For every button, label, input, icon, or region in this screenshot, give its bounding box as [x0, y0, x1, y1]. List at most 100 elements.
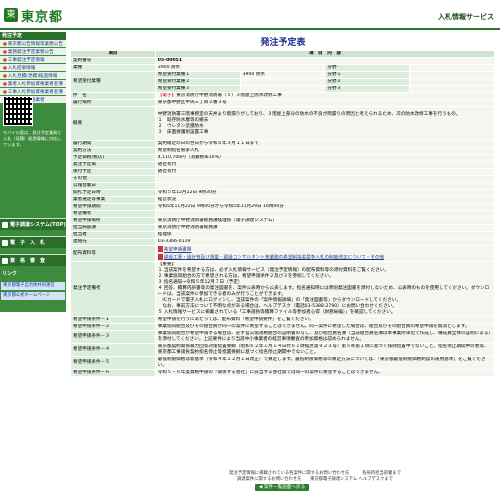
row-label: 業者選定等事業	[70, 196, 156, 204]
detail-table: 項目項 目 内 容 契約番号 05-00051 業種 3900 防水 分野 希望受付業…	[70, 50, 496, 377]
table-row: 業者選定等事業 経営状況	[70, 196, 496, 204]
tokyo-logo[interactable]: 東 東京都	[4, 8, 63, 25]
wc1: 希望申請を行うにあたっては、配布資料「希望申請要件」をご覧ください。	[154, 316, 496, 324]
table-header: 項目項 目 内 容	[70, 50, 496, 58]
qualification-button[interactable]: 資 格 審 査	[0, 254, 66, 266]
row-label: 連絡先	[70, 238, 156, 246]
row-label: 希望申請期間	[70, 203, 156, 211]
person: 経理係	[154, 231, 496, 239]
sidebar-link-7[interactable]: 工事入札参加資格業者名簿	[0, 88, 66, 96]
table-row: 配布資料等 希望申請書類建設工事・設計等及び測量・建設コンサルタント等業務の希望制…	[70, 245, 496, 262]
tel: 03-3366-0119	[154, 238, 496, 246]
back-to-list-button[interactable]: ◀ 案件一覧画面へ戻る	[255, 484, 309, 491]
electronic-tag: 【電子】	[157, 93, 177, 99]
project-name: 【電子】東京消防庁中野消防署（５）３階屋上防水改修工事	[154, 92, 496, 100]
table-row: 希望申請場所 東京消防庁中野消防署総務課経理係（電子調達システム）	[70, 217, 496, 225]
mobile-note: モバイル版は、発注予定業務と入札（見積）経過情報に対応しています。	[3, 130, 62, 147]
links-heading: リンク	[2, 271, 18, 277]
dept: 東京消防庁中野消防署総務課	[154, 224, 496, 232]
other	[154, 175, 496, 183]
wc3: 事業協同組合が希望申請する場合は、必ず官公需適格組合の証明書の写し、及び組合員名…	[154, 330, 496, 344]
date: 随位有付	[154, 168, 496, 176]
table-row: 希望備考	[70, 210, 496, 218]
wc2: 事業協同組合及びその組合員が同一の案件に希望することはできません。同一案件に希望…	[154, 323, 496, 331]
button-label: 資 格 審 査	[10, 258, 46, 264]
rank: 経営状況	[154, 196, 496, 204]
field1-label: 分野１	[324, 71, 411, 79]
contract-no: 05-00051	[154, 57, 496, 65]
col-detail: 項 目 内 容	[154, 50, 496, 58]
bid-icon	[2, 240, 8, 246]
row-label: 希望申請条件－１	[70, 316, 156, 324]
table-row: 後付予定 随位有付	[70, 168, 496, 176]
table-row: その他	[70, 175, 496, 183]
table-row: 契約番号 05-00051	[70, 57, 496, 65]
table-row: 発注予定備考 【重要】 １ 当該案件を希望する方は、必ず入札情報サービス（発注予定…	[70, 261, 496, 317]
summary: 中野消防署三階事務室の天井より雨漏りがしており、３階屋上部分の防水の不良が雨漏り…	[154, 106, 496, 141]
wish2-label: 希望受付業種２	[154, 78, 241, 86]
system-title: 入札情報サービス	[438, 13, 494, 21]
wish1: 3900 防水	[239, 71, 326, 79]
table-row: 希望受付業種 希望受付業種１ 3900 防水 分野１	[70, 71, 495, 93]
row-label: 発注予定備考	[70, 261, 156, 317]
row-label: 後付予定	[70, 168, 156, 176]
row-label: 担当者	[70, 231, 156, 239]
ext-link-joint[interactable]: 東京都電子自治体共同運営	[1, 282, 65, 290]
e-procurement-top-button[interactable]: 電子調達システム(TOP)	[0, 218, 66, 230]
col-item: 項目	[70, 50, 156, 58]
row-label: 配布資料等	[70, 245, 156, 262]
category: 3900 防水	[154, 64, 326, 72]
table-row: 希望申請期間 令和5年11月22日 9時00分から令和5年11月29日 16時00…	[70, 203, 496, 211]
doc-link-2[interactable]: 建設工事・設計等及び測量・建設コンサルタント等業務の希望制指名競争入札の制度改正…	[164, 255, 384, 260]
method: 希望制指名競争入札	[154, 147, 496, 155]
row-label: 業種	[70, 64, 156, 72]
table-row: 担当者 経理係	[70, 231, 496, 239]
place: 東京都中野区中央三丁目２番３号	[154, 99, 496, 107]
sidebar-link-5[interactable]: 入札見積(見積)経過情報	[0, 72, 66, 80]
pdf-icon	[157, 253, 163, 260]
doc-link-1[interactable]: 希望申請書類	[164, 248, 192, 253]
table-row: 履行期間 契約確定の日の翌日から令和６年３月１１日まで	[70, 140, 496, 148]
row-label: 希望備考	[70, 210, 156, 218]
row-label: 希望申請場所	[70, 217, 156, 225]
sidebar-link-4[interactable]: 入札結果情報	[0, 64, 66, 72]
e-bidding-button[interactable]: 電 子 入 札	[0, 236, 66, 248]
wish-place: 東京消防庁中野消防署総務課経理係（電子調達システム）	[154, 217, 496, 225]
field1-value	[409, 71, 495, 79]
row-label: 契約番号	[70, 57, 156, 65]
row-label: 希望申請条件－２	[70, 323, 156, 331]
wish2	[239, 78, 326, 86]
table-row: 担当局部課 東京消防庁中野消防署総務課	[70, 224, 496, 232]
wish-period: 令和5年11月22日 9時00分から令和5年11月29日 16時00分	[154, 203, 496, 211]
page-title: 発注予定表	[260, 38, 306, 48]
wc5: 最低制限価格は新基準（令和４年１２月１日改正）で算定します。最低制限価格等の算定…	[154, 356, 496, 370]
wish1-label: 希望受付業種１	[154, 71, 241, 79]
field2-label: 分野２	[324, 78, 411, 86]
button-label: 電 子 入 札	[10, 240, 46, 246]
table-row: 希望申請条件－５ 最低制限価格は新基準（令和４年１２月１日改正）で算定します。最低…	[70, 356, 496, 370]
ext-link-tokyo[interactable]: 東京都公式ホームページ	[1, 292, 65, 300]
sidebar-link-2[interactable]: 業務発注予定業務公告	[0, 48, 66, 56]
wish3-label: 希望受付業種３	[154, 85, 241, 93]
wc4: 東京都契約関係暴力団等対策措置要綱（昭和６２年１月１４日付６１財経庶第９２２号）…	[154, 343, 496, 357]
document-icon	[2, 258, 8, 264]
period: 契約確定の日の翌日から令和６年３月１１日まで	[154, 140, 496, 148]
row-label: 開札予定日時	[70, 189, 156, 197]
row-label: 予定価格(税込)	[70, 154, 156, 162]
table-row: 希望申請条件－６ 令和５・６年度資格申請の「関係する会社」に該当する会社間では同一…	[70, 369, 496, 377]
sidebar-link-3[interactable]: 工事発注予定情報	[0, 56, 66, 64]
sidebar-link-6[interactable]: 業者入札参加資格業者名簿	[0, 80, 66, 88]
footer: 発注予定情報に掲載されている各案件に関するお問い合わせ先 各局所担当部署まで 調…	[130, 471, 500, 483]
home-icon	[2, 222, 8, 228]
cond-text: １ 当該案件を希望する方は、必ず入札情報サービス（発注予定情報）の配布資料等の添…	[157, 268, 490, 315]
row-label: 希望受付業種	[70, 71, 156, 93]
sidebar-link-1[interactable]: 東京都公告情報等業務公告	[0, 40, 66, 48]
main-content: 発注予定表 項目項 目 内 容 契約番号 05-00051 業種 3900 防水 分野…	[70, 32, 496, 377]
wish-note	[154, 210, 496, 218]
tokyo-emblem-icon: 東	[4, 8, 18, 22]
table-row: 発注予定価 随位有付	[70, 161, 496, 169]
table-row: 業種 3900 防水 分野	[70, 64, 495, 72]
price: 4,110,700円（消費税率10%）	[154, 154, 496, 162]
pdf-icon	[157, 246, 163, 252]
site-header: 東 東京都 入札情報サービス	[0, 0, 500, 30]
